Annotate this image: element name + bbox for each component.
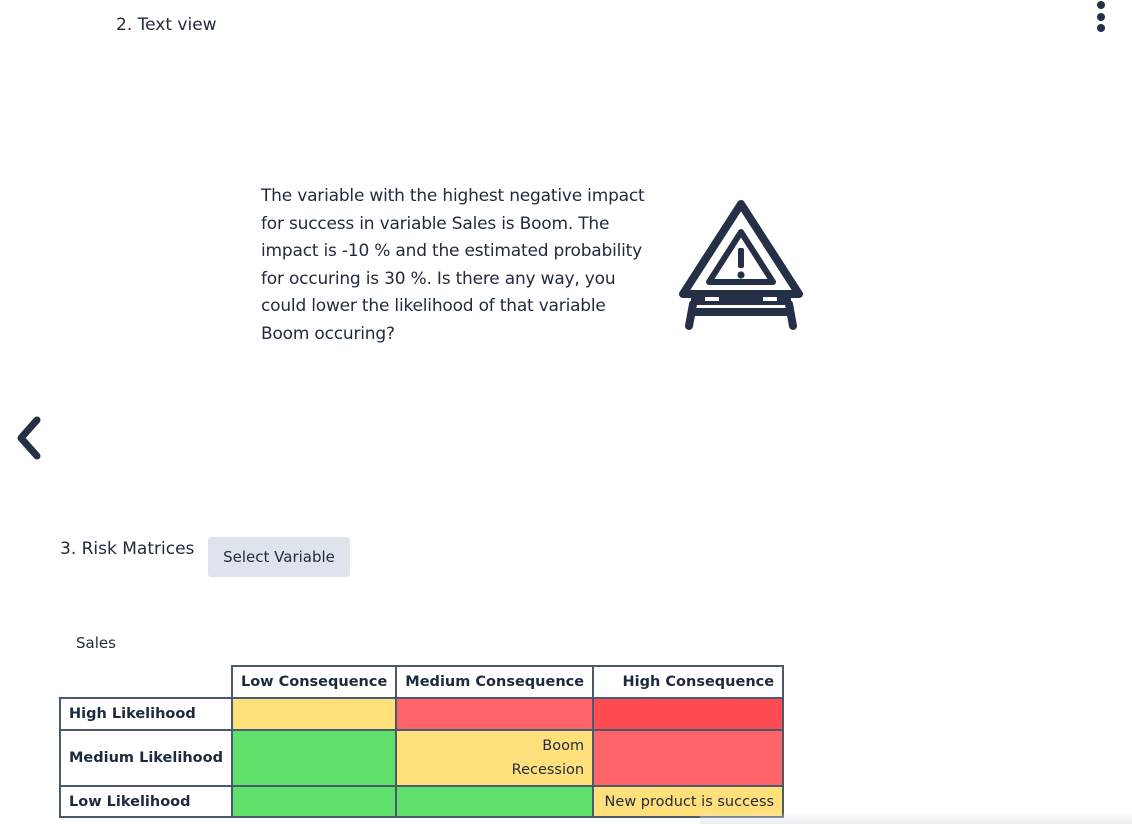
bottom-shadow bbox=[700, 812, 1132, 824]
warning-triangle-icon bbox=[679, 200, 803, 330]
column-header: High Consequence bbox=[592, 665, 785, 699]
risk-item: New product is success bbox=[604, 793, 775, 810]
matrix-cell bbox=[395, 697, 595, 731]
row-label: Low Likelihood bbox=[59, 785, 233, 818]
more-vertical-icon[interactable] bbox=[1093, 0, 1109, 34]
matrix-cell bbox=[395, 785, 595, 818]
row-label: Medium Likelihood bbox=[59, 729, 233, 787]
risk-matrix-table: Low Consequence Medium Consequence High … bbox=[59, 665, 785, 818]
matrix-cell bbox=[230, 785, 398, 818]
impact-message: The variable with the highest negative i… bbox=[261, 186, 645, 344]
matrix-cell bbox=[592, 729, 785, 787]
risk-item: Boom bbox=[542, 738, 585, 754]
column-header: Medium Consequence bbox=[395, 665, 595, 699]
matrix-cell: Boom Recession bbox=[395, 729, 595, 787]
page: 2. Text view The variable with the highe… bbox=[0, 0, 1132, 824]
matrix-row: High Likelihood bbox=[59, 697, 785, 731]
row-label: High Likelihood bbox=[59, 697, 233, 731]
matrix-corner bbox=[60, 666, 232, 698]
text-view-heading: 2. Text view bbox=[116, 15, 217, 35]
chevron-left-icon[interactable] bbox=[13, 416, 43, 460]
matrix-cell bbox=[230, 697, 398, 731]
matrix-row: Low Likelihood New product is success bbox=[59, 785, 785, 818]
matrix-cell bbox=[230, 729, 398, 787]
matrix-header-row: Low Consequence Medium Consequence High … bbox=[60, 665, 785, 699]
select-variable-button[interactable]: Select Variable bbox=[208, 537, 350, 577]
matrix-cell bbox=[592, 697, 785, 731]
matrix-row: Medium Likelihood Boom Recession bbox=[59, 729, 785, 787]
risk-matrices-heading: 3. Risk Matrices bbox=[60, 539, 195, 559]
column-header: Low Consequence bbox=[230, 665, 398, 699]
matrix-caption: Sales bbox=[76, 634, 116, 652]
risk-item: Recession bbox=[511, 762, 585, 778]
